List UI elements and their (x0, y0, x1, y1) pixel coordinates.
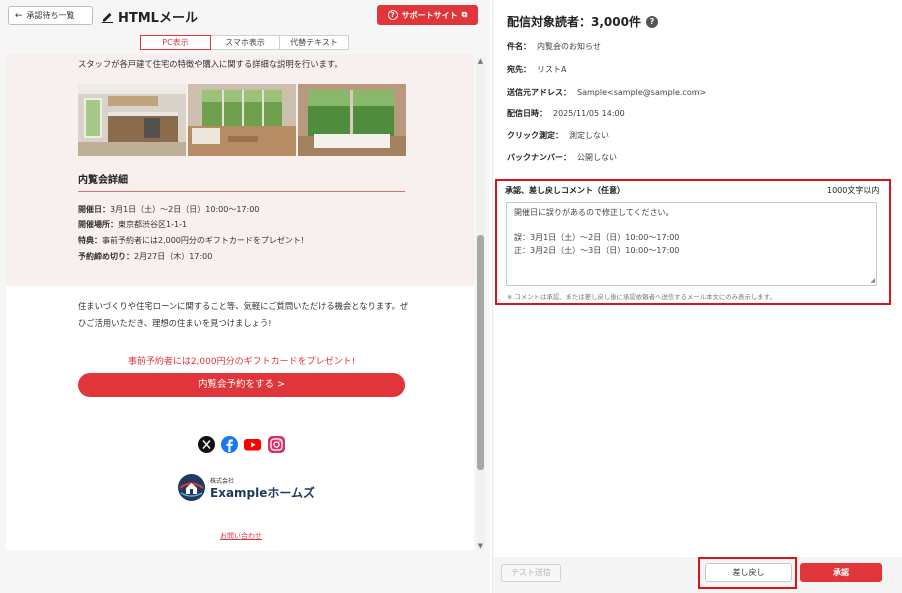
top-bar: ← 承認待ち一覧 HTMLメール ? サポートサイト ⧉ (0, 0, 490, 30)
youtube-icon[interactable] (244, 436, 261, 453)
page-title: HTMLメール (101, 6, 198, 26)
living-room-photo (188, 84, 296, 156)
comment-textarea[interactable]: 開催日に誤りがあるので修正してください。 誤：3月1日（土）〜2日（日）10:0… (506, 202, 877, 286)
approval-panel: 配信対象読者：3,000件 ? 件名： 内覧会のお知らせ 宛先： リストA 送信元ア… (492, 0, 902, 593)
send-back-button[interactable]: 差し戻し (705, 563, 792, 582)
approve-button[interactable]: 承認 (800, 563, 882, 582)
arrow-left-icon: ← (15, 11, 23, 21)
detail-venue: 開催場所：東京都渋谷区1-1-1 (78, 220, 188, 229)
view-mode-tabs: PC表示 スマホ表示 代替テキスト (140, 35, 349, 50)
external-link-icon: ⧉ (461, 10, 468, 19)
instagram-icon[interactable] (268, 436, 285, 453)
resize-handle-icon[interactable]: ◢ (870, 278, 875, 284)
action-footer: テスト送信 差し戻し 承認 (493, 557, 902, 593)
send-datetime-field: 配信日時： 2025/11/05 14:00 (507, 109, 625, 118)
email-preview: スタッフが各戸建て住宅の特徴や購入に関する詳細な説明を行います。 内覧会詳細 開… (6, 54, 474, 550)
facebook-icon[interactable] (221, 436, 238, 453)
section-divider (78, 191, 405, 192)
detail-deadline: 予約締め切り：2月27日（木）17:00 (78, 252, 213, 261)
x-icon[interactable] (198, 436, 215, 453)
living-room-image (188, 84, 296, 156)
pencil-icon (102, 12, 113, 23)
comment-char-limit: 1000文字以内 (827, 186, 880, 195)
recipient-count-text: 配信対象読者：3,000件 (507, 15, 641, 29)
comment-line: 開催日に誤りがあるので修正してください。 (514, 208, 674, 217)
subject-field: 件名： 内覧会のお知らせ (507, 42, 601, 51)
logo-company-name: Exampleホームズ (210, 486, 316, 500)
tab-alt-text[interactable]: 代替テキスト (279, 35, 349, 50)
support-site-button[interactable]: ? サポートサイト ⧉ (377, 5, 478, 25)
event-section: スタッフが各戸建て住宅の特徴や購入に関する詳細な説明を行います。 内覧会詳細 開… (6, 54, 474, 286)
comment-note: ※ コメントは承認、または差し戻し後に承認依頼者へ送信するメール本文にのみ表示し… (507, 293, 776, 301)
back-button-label: 承認待ち一覧 (26, 11, 75, 20)
recipient-count-heading: 配信対象読者：3,000件 ? (507, 13, 658, 30)
comment-line: 正：3月2日（土）〜3日（日）10:00〜17:00 (514, 245, 680, 255)
section-title: 内覧会詳細 (78, 175, 128, 186)
tab-pc-view[interactable]: PC表示 (140, 35, 211, 50)
detail-perk: 特典：事前予約者には2,000円分のギフトカードをプレゼント! (78, 236, 305, 245)
kitchen-photo (78, 84, 186, 156)
body-text: 住まいづくりや住宅ローンに関すること等、気軽にご質問いただける機会となります。ぜ… (78, 301, 409, 328)
test-send-button[interactable]: テスト送信 (501, 564, 561, 582)
scroll-up-arrow-icon[interactable]: ▲ (477, 57, 484, 65)
sender-address-field: 送信元アドレス： Sample<sample@sample.com> (507, 88, 707, 97)
click-tracking-field: クリック測定： 測定しない (507, 131, 609, 140)
back-number-field: バックナンバー： 公開しない (507, 153, 617, 162)
scrollbar-thumb[interactable] (477, 235, 484, 470)
comment-line: 誤：3月1日（土）〜2日（日）10:00〜17:00 (514, 233, 680, 242)
support-button-label: サポートサイト (401, 10, 458, 20)
house-globe-logo-icon (178, 474, 205, 501)
reservation-cta-button[interactable]: 内覧会予約をする > (78, 373, 405, 397)
recipient-list-field: 宛先： リストA (507, 65, 567, 74)
preview-scrollbar[interactable]: ▲ ▼ (476, 57, 485, 550)
intro-text: スタッフが各戸建て住宅の特徴や購入に関する詳細な説明を行います。 (78, 59, 343, 69)
help-icon[interactable]: ? (645, 15, 658, 28)
preview-panel: ← 承認待ち一覧 HTMLメール ? サポートサイト ⧉ PC表示 スマホ表示 代… (0, 0, 490, 593)
kitchen-image (78, 84, 186, 156)
contact-link[interactable]: お問い合わせ (220, 531, 262, 541)
promo-text: 事前予約者には2,000円分のギフトカードをプレゼント! (127, 357, 356, 367)
comment-line (514, 220, 869, 233)
company-logo: 株式会社 Exampleホームズ (177, 473, 316, 503)
page-title-text: HTMLメール (118, 10, 198, 26)
bath-view-photo (298, 84, 406, 156)
comment-label: 承認、差し戻しコメント（任意） (505, 186, 625, 195)
detail-date: 開催日：3月1日（土）〜2日（日）10:00〜17:00 (78, 205, 260, 214)
bath-view-image (298, 84, 406, 156)
scroll-down-arrow-icon[interactable]: ▼ (477, 542, 484, 550)
question-circle-icon: ? (387, 10, 398, 20)
back-to-approval-list-button[interactable]: ← 承認待ち一覧 (8, 6, 93, 25)
tab-smartphone-view[interactable]: スマホ表示 (210, 35, 280, 50)
